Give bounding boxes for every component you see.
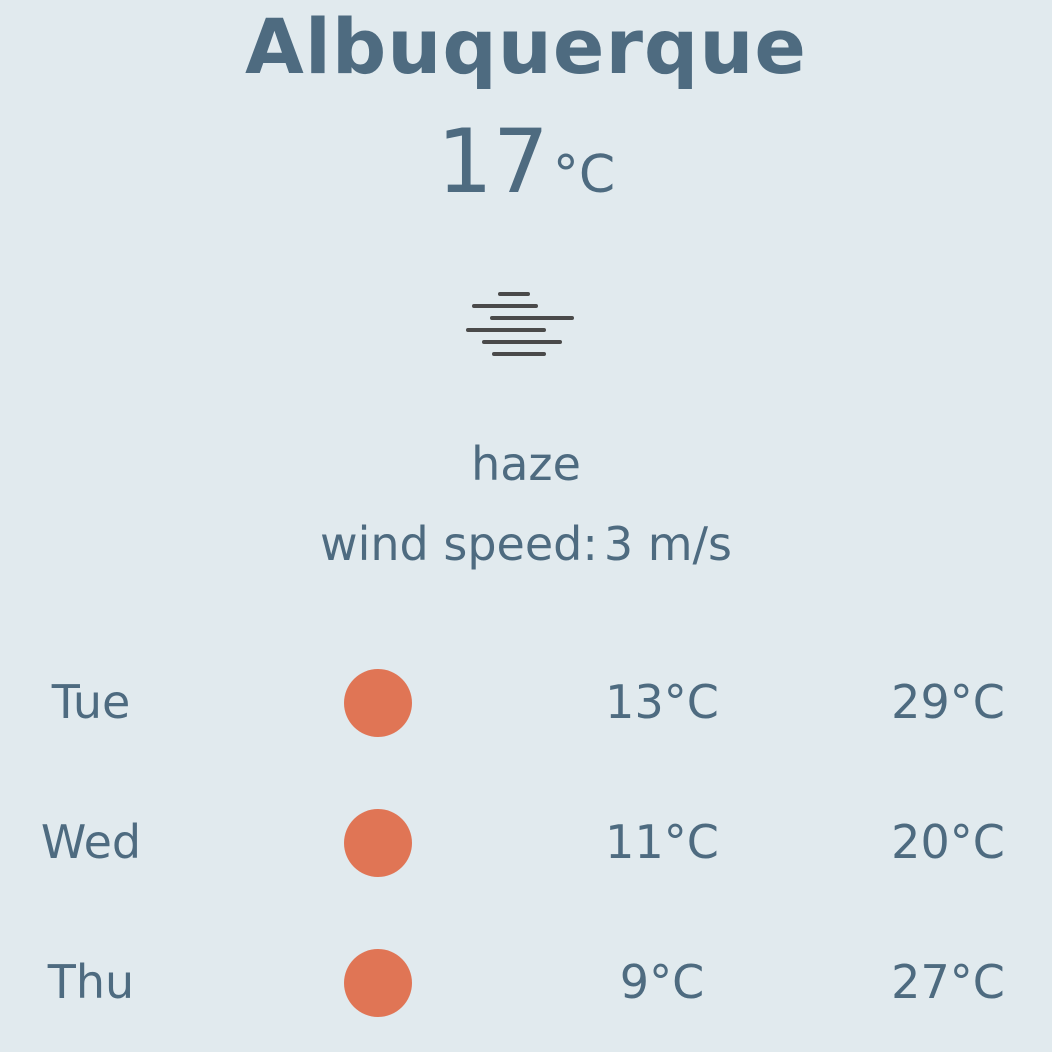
forecast-icon-cell bbox=[330, 772, 426, 912]
wind-speed: wind speed: 3 m/s bbox=[0, 514, 1052, 574]
sun-dot-icon bbox=[344, 668, 412, 737]
forecast-icon-cell bbox=[330, 632, 426, 772]
forecast-low: 11°C bbox=[605, 815, 719, 869]
forecast-list: Tue 13°C 29°C Wed 11°C 20°C Thu 9°C 27°C bbox=[0, 632, 1052, 1052]
forecast-row: Tue 13°C 29°C bbox=[0, 632, 1052, 772]
city-name: Albuquerque bbox=[245, 2, 807, 91]
temperature-unit: °C bbox=[552, 145, 616, 205]
forecast-day: Thu bbox=[47, 955, 135, 1009]
current-temperature: 17°C bbox=[0, 112, 1052, 237]
haze-icon bbox=[466, 292, 574, 356]
forecast-row: Wed 11°C 20°C bbox=[0, 772, 1052, 912]
forecast-low: 9°C bbox=[619, 955, 705, 1009]
wind-label: wind speed: bbox=[319, 517, 598, 571]
temperature-value: 17 bbox=[436, 110, 549, 213]
forecast-low: 13°C bbox=[605, 675, 719, 729]
sun-dot-icon bbox=[344, 808, 412, 877]
forecast-high: 27°C bbox=[891, 955, 1005, 1009]
forecast-row: Thu 9°C 27°C bbox=[0, 912, 1052, 1052]
forecast-icon-cell bbox=[330, 912, 426, 1052]
forecast-day: Tue bbox=[51, 675, 131, 729]
weather-description: haze bbox=[471, 437, 581, 491]
forecast-day: Wed bbox=[40, 815, 142, 869]
sun-dot-icon bbox=[344, 948, 412, 1017]
forecast-high: 20°C bbox=[891, 815, 1005, 869]
wind-value: 3 m/s bbox=[603, 517, 732, 571]
forecast-high: 29°C bbox=[891, 675, 1005, 729]
